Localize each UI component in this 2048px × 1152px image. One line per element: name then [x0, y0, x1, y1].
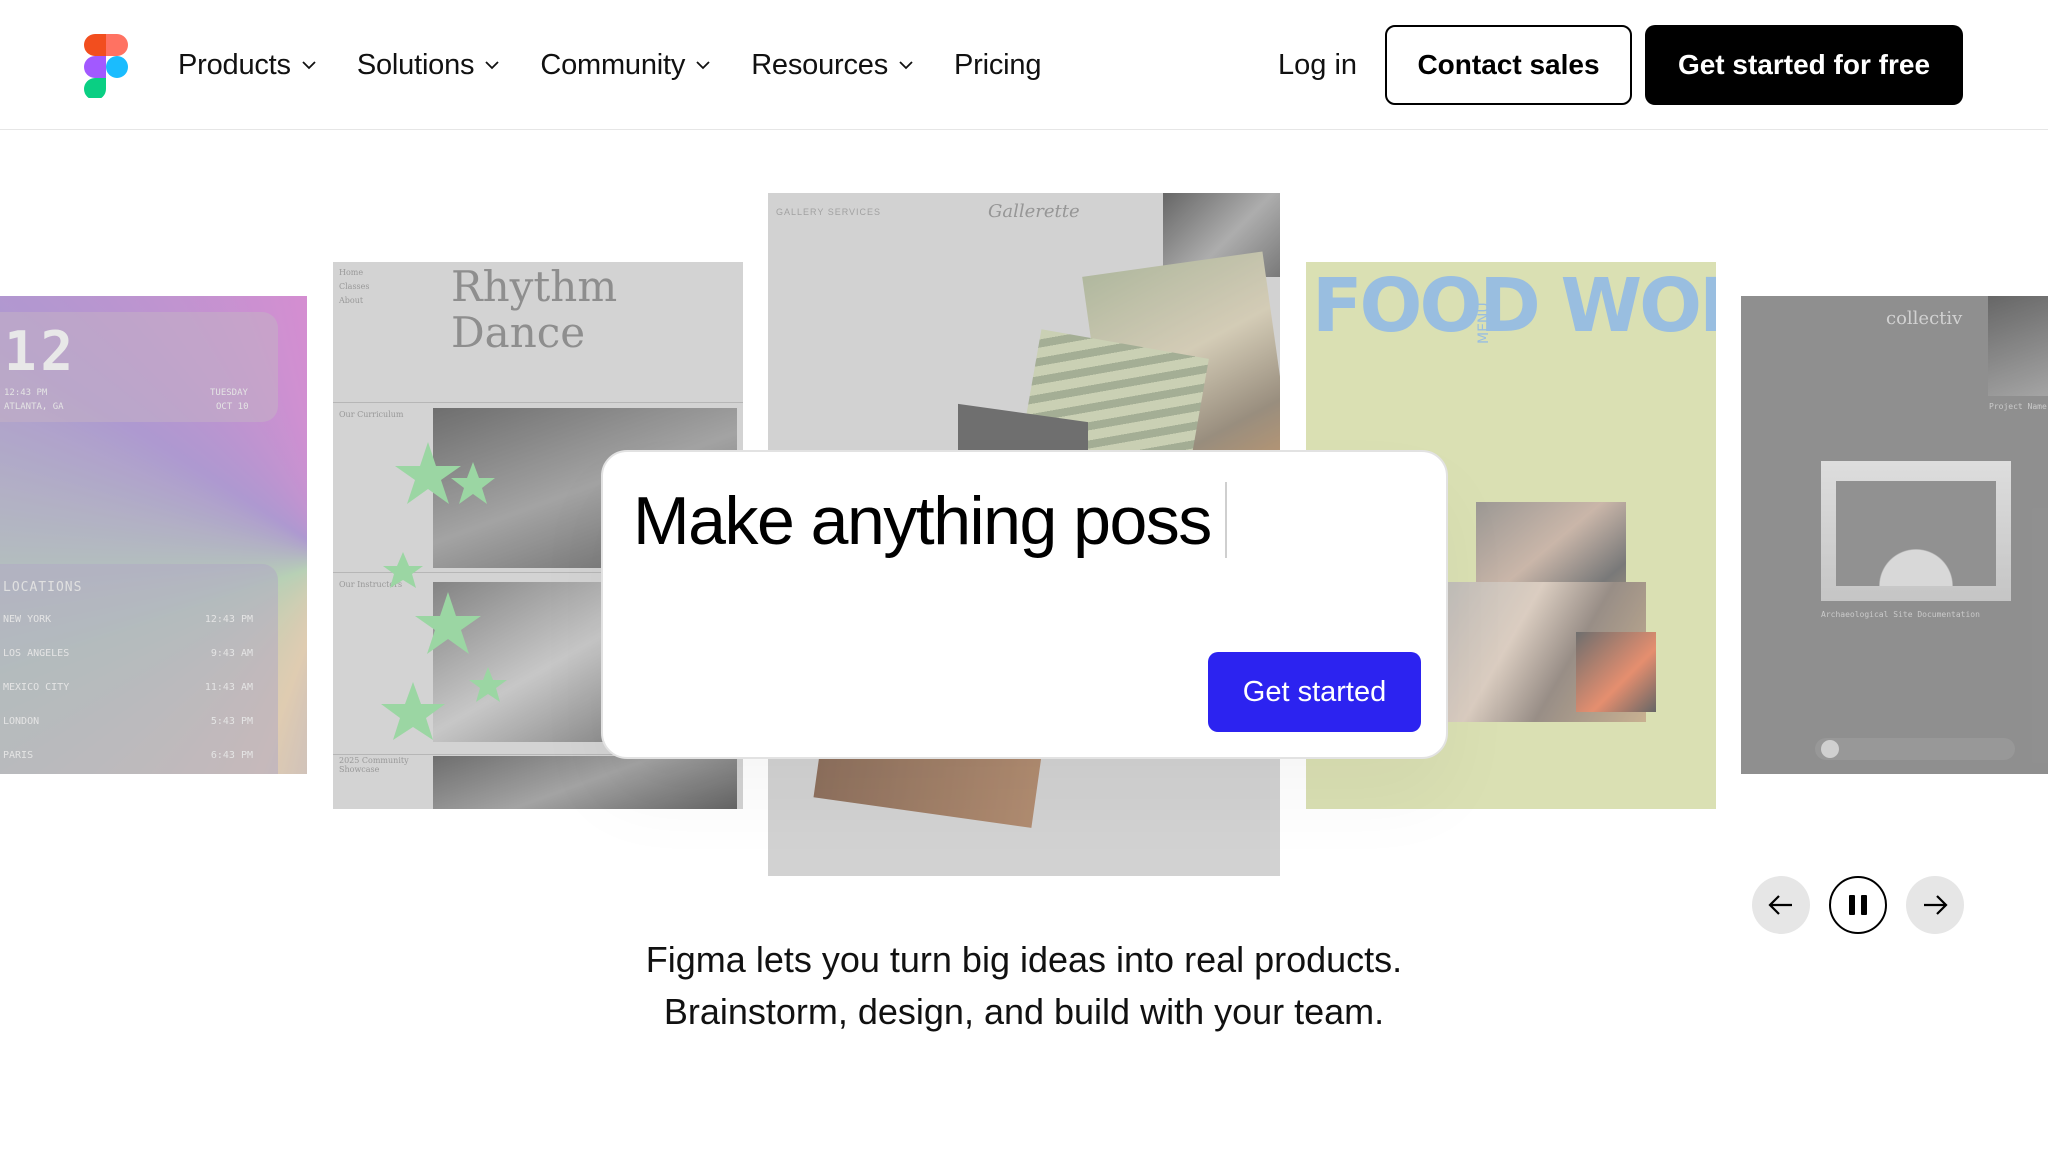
main-nav: Products Solutions Community Resources P… [178, 44, 1081, 86]
pause-icon [1849, 895, 1867, 915]
chevron-down-icon [301, 57, 317, 73]
get-started-free-button[interactable]: Get started for free [1645, 25, 1963, 105]
dance-menu-item: About [339, 296, 364, 305]
chevron-down-icon [695, 57, 711, 73]
collectiv-caption: Archaeological Site Documentation [1821, 610, 1980, 619]
nav-solutions[interactable]: Solutions [357, 49, 501, 82]
locations-panel [0, 564, 278, 774]
location-time: 6:43 PM [210, 750, 253, 761]
text-caret [1224, 482, 1227, 558]
nav-resources[interactable]: Resources [751, 49, 914, 82]
collectiv-image [1988, 296, 2048, 396]
collectiv-caption: Project Name [1989, 402, 2047, 411]
carousel-card-collectiv[interactable]: collectiv Project Name Archaeological Si… [1741, 296, 2048, 774]
arrow-left-icon [1768, 895, 1792, 915]
carousel-next-button[interactable] [1906, 876, 1964, 934]
dance-menu-item: Classes [339, 282, 370, 291]
nav-pricing[interactable]: Pricing [954, 49, 1041, 82]
contact-sales-button[interactable]: Contact sales [1385, 25, 1632, 105]
prompt-input[interactable]: Make anything poss [633, 482, 1227, 560]
clock-date: OCT 10 [216, 402, 249, 412]
dance-title-line2: Dance [451, 308, 586, 357]
hero-tagline: Figma lets you turn big ideas into real … [524, 934, 1524, 1038]
collectiv-dot [1821, 740, 1839, 758]
locations-title: LOCATIONS [3, 580, 83, 595]
divider [333, 402, 743, 403]
location-row: NEW YORK 12:43 PM [3, 614, 253, 625]
location-row: PARIS 6:43 PM [3, 750, 253, 761]
carousel-card-clock[interactable]: 12 12:43 PM ATLANTA, GA TUESDAY OCT 10 L… [0, 296, 307, 774]
tagline-line2: Brainstorm, design, and build with your … [663, 991, 1385, 1032]
location-row: MEXICO CITY 11:43 AM [3, 682, 253, 693]
nav-solutions-label: Solutions [356, 48, 475, 81]
location-city: NEW YORK [3, 614, 52, 625]
nav-community[interactable]: Community [540, 49, 711, 82]
arch-image [1836, 481, 1996, 586]
collage-image [1576, 632, 1656, 712]
chevron-down-icon [898, 57, 914, 73]
dance-title: Rhythm Dance [451, 264, 617, 356]
location-time: 5:43 PM [210, 716, 253, 727]
login-link[interactable]: Log in [1278, 44, 1357, 86]
star-decoration-icon [381, 442, 507, 740]
dance-section-curriculum: Our Curriculum [339, 410, 404, 419]
tagline-line1: Figma lets you turn big ideas into real … [645, 939, 1403, 980]
arrow-right-icon [1924, 895, 1948, 915]
carousel-pause-button[interactable] [1829, 876, 1887, 934]
nav-products[interactable]: Products [178, 49, 317, 82]
collectiv-brand: collectiv [1886, 308, 1963, 329]
nav-products-label: Products [178, 48, 291, 81]
nav-community-label: Community [540, 48, 686, 81]
clock-city: ATLANTA, GA [4, 402, 64, 412]
nav-pricing-label: Pricing [954, 48, 1042, 81]
gallerette-nav: GALLERY SERVICES [776, 207, 882, 217]
dance-title-line1: Rhythm [451, 262, 618, 311]
clock-big-time: 12 [4, 320, 78, 383]
location-row: LOS ANGELES 9:43 AM [3, 648, 253, 659]
gallerette-brand: Gallerette [988, 201, 1080, 222]
food-works-title: FOOD WORKS [1312, 263, 1716, 349]
food-works-menu-label: MENU [1476, 302, 1492, 344]
clock-time: 12:43 PM [4, 388, 48, 398]
figma-logo-icon[interactable] [84, 34, 128, 100]
prompt-card: Make anything poss Get started [601, 450, 1448, 759]
location-time: 9:43 AM [210, 648, 253, 659]
location-time: 11:43 AM [204, 682, 253, 693]
location-city: LONDON [3, 716, 40, 727]
prompt-text: Make anything poss [633, 483, 1212, 559]
carousel-prev-button[interactable] [1752, 876, 1810, 934]
nav-resources-label: Resources [751, 48, 889, 81]
dance-menu-item: Home [339, 268, 364, 277]
location-city: MEXICO CITY [3, 682, 70, 693]
top-nav: Products Solutions Community Resources P… [0, 0, 2048, 130]
chevron-down-icon [484, 57, 500, 73]
location-city: LOS ANGELES [3, 648, 70, 659]
collectiv-input [1815, 738, 2015, 760]
location-city: PARIS [3, 750, 34, 761]
get-started-button[interactable]: Get started [1208, 652, 1421, 732]
clock-day: TUESDAY [210, 388, 248, 398]
location-time: 12:43 PM [204, 614, 253, 625]
location-row: LONDON 5:43 PM [3, 716, 253, 727]
